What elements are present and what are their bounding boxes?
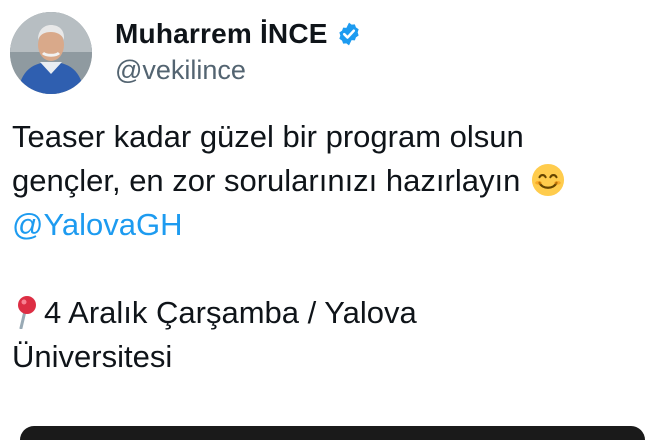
author-handle[interactable]: @vekilince bbox=[115, 55, 246, 86]
tweet-text: Teaser kadar güzel bir program olsun gen… bbox=[12, 115, 647, 379]
location-line-1: 4 Aralık Çarşamba / Yalova bbox=[12, 291, 647, 335]
smiling-face-icon bbox=[531, 163, 564, 197]
author-display-name[interactable]: Muharrem İNCE bbox=[115, 18, 328, 50]
location-line-2: Üniversitesi bbox=[12, 339, 173, 374]
tweet-card: Muharrem İNCE @vekilince Teaser kadar gü… bbox=[0, 0, 651, 440]
media-preview[interactable] bbox=[20, 426, 645, 440]
mention-link[interactable]: @YalovaGH bbox=[12, 203, 647, 247]
location-text-1: 4 Aralık Çarşamba / Yalova bbox=[44, 295, 417, 330]
profile-photo bbox=[10, 12, 92, 94]
verified-badge-icon bbox=[339, 22, 359, 46]
tweet-line-2: gençler, en zor sorularınızı hazırlayın bbox=[12, 159, 647, 203]
avatar[interactable] bbox=[10, 12, 92, 94]
round-pushpin-icon bbox=[18, 296, 36, 329]
author-name-row: Muharrem İNCE bbox=[115, 16, 362, 52]
tweet-line-2-text: gençler, en zor sorularınızı hazırlayın bbox=[12, 163, 521, 198]
tweet-line-1: Teaser kadar güzel bir program olsun bbox=[12, 119, 524, 154]
